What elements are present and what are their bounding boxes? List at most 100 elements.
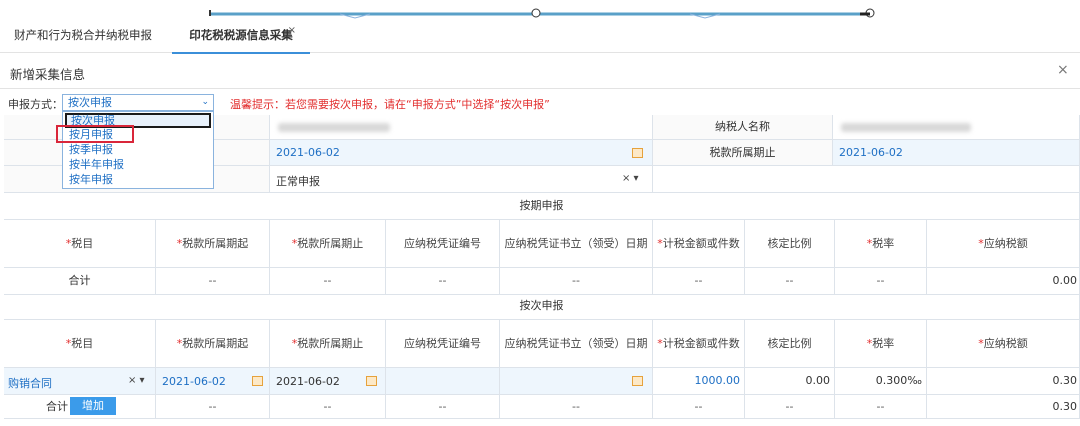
per-time-column-header: *税款所属期起 bbox=[156, 320, 270, 368]
per-time-column-header: 应纳税凭证编号 bbox=[386, 320, 500, 368]
column-label: 应纳税凭证书立（领受）日期 bbox=[504, 337, 648, 350]
tab-label: 印花税税源信息采集 bbox=[189, 28, 293, 42]
start-date-value: 2021-06-02 bbox=[162, 375, 226, 388]
taxpayer-name-cell bbox=[833, 115, 1080, 140]
per-time-section-title: 按次申报 bbox=[4, 293, 1080, 320]
periodic-column-header: *计税金额或件数 bbox=[653, 220, 745, 268]
period-end-label: 税款所属期止 bbox=[653, 140, 833, 166]
add-button[interactable]: 增加 bbox=[70, 397, 116, 415]
column-label: 税目 bbox=[71, 237, 94, 250]
column-label: 税率 bbox=[872, 337, 895, 350]
declare-mode-label: 申报方式： bbox=[8, 98, 63, 111]
periodic-total-dash: -- bbox=[745, 268, 835, 295]
clear-chevron-icon[interactable]: × ▾ bbox=[622, 173, 639, 184]
periodic-section-title: 按期申报 bbox=[4, 193, 1080, 220]
ratio-value: 0.00 bbox=[745, 368, 835, 395]
divider bbox=[0, 88, 1080, 89]
column-label: 应纳税凭证书立（领受）日期 bbox=[504, 237, 648, 250]
periodic-total-dash: -- bbox=[386, 268, 500, 295]
periodic-column-header: 应纳税凭证书立（领受）日期 bbox=[500, 220, 653, 268]
progress-strip-decoration bbox=[209, 8, 875, 19]
option-half-year[interactable]: 按半年申报 bbox=[65, 158, 211, 173]
option-quarterly[interactable]: 按季申报 bbox=[65, 143, 211, 158]
end-date-value: 2021-06-02 bbox=[276, 375, 340, 388]
column-label: 应纳税凭证编号 bbox=[404, 337, 481, 350]
column-label: 应纳税额 bbox=[983, 237, 1028, 250]
per-time-total-dash: -- bbox=[653, 395, 745, 419]
column-label: 核定比例 bbox=[767, 237, 812, 250]
per-time-total-dash: -- bbox=[835, 395, 927, 419]
chevron-down-icon: ⌄ bbox=[201, 97, 209, 107]
calendar-icon[interactable] bbox=[252, 376, 263, 386]
column-label: 税款所属期起 bbox=[182, 337, 249, 350]
taxpayer-id-cell bbox=[270, 115, 653, 140]
per-time-column-header: 应纳税凭证书立（领受）日期 bbox=[500, 320, 653, 368]
column-label: 核定比例 bbox=[767, 337, 812, 350]
periodic-column-header: *税目 bbox=[4, 220, 156, 268]
periodic-total-dash: -- bbox=[156, 268, 270, 295]
highlight-box bbox=[56, 125, 134, 143]
column-label: 税目 bbox=[71, 337, 94, 350]
calendar-icon[interactable] bbox=[366, 376, 377, 386]
column-label: 税款所属期止 bbox=[297, 337, 364, 350]
per-time-column-header: 核定比例 bbox=[745, 320, 835, 368]
close-icon[interactable]: × bbox=[1057, 62, 1069, 78]
period-end-value: 2021-06-02 bbox=[839, 146, 903, 159]
tax-value: 0.30 bbox=[927, 368, 1080, 395]
periodic-column-header: *税款所属期起 bbox=[156, 220, 270, 268]
calendar-icon[interactable] bbox=[632, 376, 643, 386]
taxpayer-name-label: 纳税人名称 bbox=[653, 115, 833, 140]
tax-item-value: 购销合同 bbox=[8, 377, 52, 390]
tab-combined-tax-declaration[interactable]: 财产和行为税合并纳税申报 bbox=[14, 20, 152, 52]
per-time-column-header: *税率 bbox=[835, 320, 927, 368]
end-date-field[interactable]: 2021-06-02 bbox=[270, 368, 386, 395]
dialog-title: 新增采集信息 bbox=[10, 67, 86, 82]
start-date-field[interactable]: 2021-06-02 bbox=[156, 368, 270, 395]
voucher-date-field[interactable] bbox=[500, 368, 653, 395]
column-label: 应纳税凭证编号 bbox=[404, 237, 481, 250]
rate-value: 0.300‰ bbox=[835, 368, 927, 395]
per-time-column-header: *应纳税额 bbox=[927, 320, 1080, 368]
periodic-total-amount: 0.00 bbox=[927, 268, 1080, 295]
column-label: 计税金额或件数 bbox=[662, 337, 740, 350]
tax-item-select[interactable]: 购销合同 × ▾ bbox=[4, 368, 156, 395]
redacted-text bbox=[841, 123, 971, 132]
voucher-no-field[interactable] bbox=[386, 368, 500, 395]
per-time-column-header: *税款所属期止 bbox=[270, 320, 386, 368]
periodic-column-header: 应纳税凭证编号 bbox=[386, 220, 500, 268]
clear-chevron-icon[interactable]: × ▾ bbox=[128, 375, 145, 386]
calendar-icon[interactable] bbox=[632, 148, 643, 158]
total-label: 合计 bbox=[68, 274, 91, 287]
option-yearly[interactable]: 按年申报 bbox=[65, 173, 211, 188]
warning-hint: 温馨提示：若您需要按次申报，请在“申报方式”中选择“按次申报” bbox=[230, 98, 550, 111]
tab-close-icon[interactable]: × bbox=[288, 16, 296, 46]
per-time-total-dash: -- bbox=[386, 395, 500, 419]
period-start-value: 2021-06-02 bbox=[276, 146, 340, 159]
per-time-total-dash: -- bbox=[156, 395, 270, 419]
tab-stamp-tax-source-collection[interactable]: 印花税税源信息采集 × bbox=[172, 20, 310, 54]
column-label: 应纳税额 bbox=[983, 337, 1028, 350]
declare-mode-select[interactable]: 按次申报 ⌄ bbox=[62, 94, 214, 111]
column-label: 税款所属期起 bbox=[182, 237, 249, 250]
periodic-column-header: *税率 bbox=[835, 220, 927, 268]
periodic-column-header: 核定比例 bbox=[745, 220, 835, 268]
periodic-column-header: *应纳税额 bbox=[927, 220, 1080, 268]
periodic-total-dash: -- bbox=[500, 268, 653, 295]
column-label: 计税金额或件数 bbox=[662, 237, 740, 250]
column-label: 税款所属期止 bbox=[297, 237, 364, 250]
period-end-field[interactable]: 2021-06-02 bbox=[833, 140, 1080, 166]
periodic-total-dash: -- bbox=[270, 268, 386, 295]
declare-type-select[interactable]: 正常申报 × ▾ bbox=[270, 166, 653, 193]
amount-value[interactable]: 1000.00 bbox=[653, 368, 745, 395]
total-label: 合计 bbox=[46, 400, 68, 413]
per-time-total-dash: -- bbox=[270, 395, 386, 419]
period-start-field[interactable]: 2021-06-02 bbox=[270, 140, 653, 166]
redacted-text bbox=[278, 123, 390, 132]
column-label: 税率 bbox=[872, 237, 895, 250]
per-time-total-label: 合计 增加 bbox=[4, 395, 156, 419]
tab-bar: 财产和行为税合并纳税申报 印花税税源信息采集 × bbox=[0, 20, 1080, 54]
periodic-total-dash: -- bbox=[835, 268, 927, 295]
declare-mode-dropdown: 按次申报 按月申报 按季申报 按半年申报 按年申报 bbox=[62, 111, 214, 189]
periodic-total-label: 合计 bbox=[4, 268, 156, 295]
declare-mode-value: 按次申报 bbox=[68, 96, 112, 109]
